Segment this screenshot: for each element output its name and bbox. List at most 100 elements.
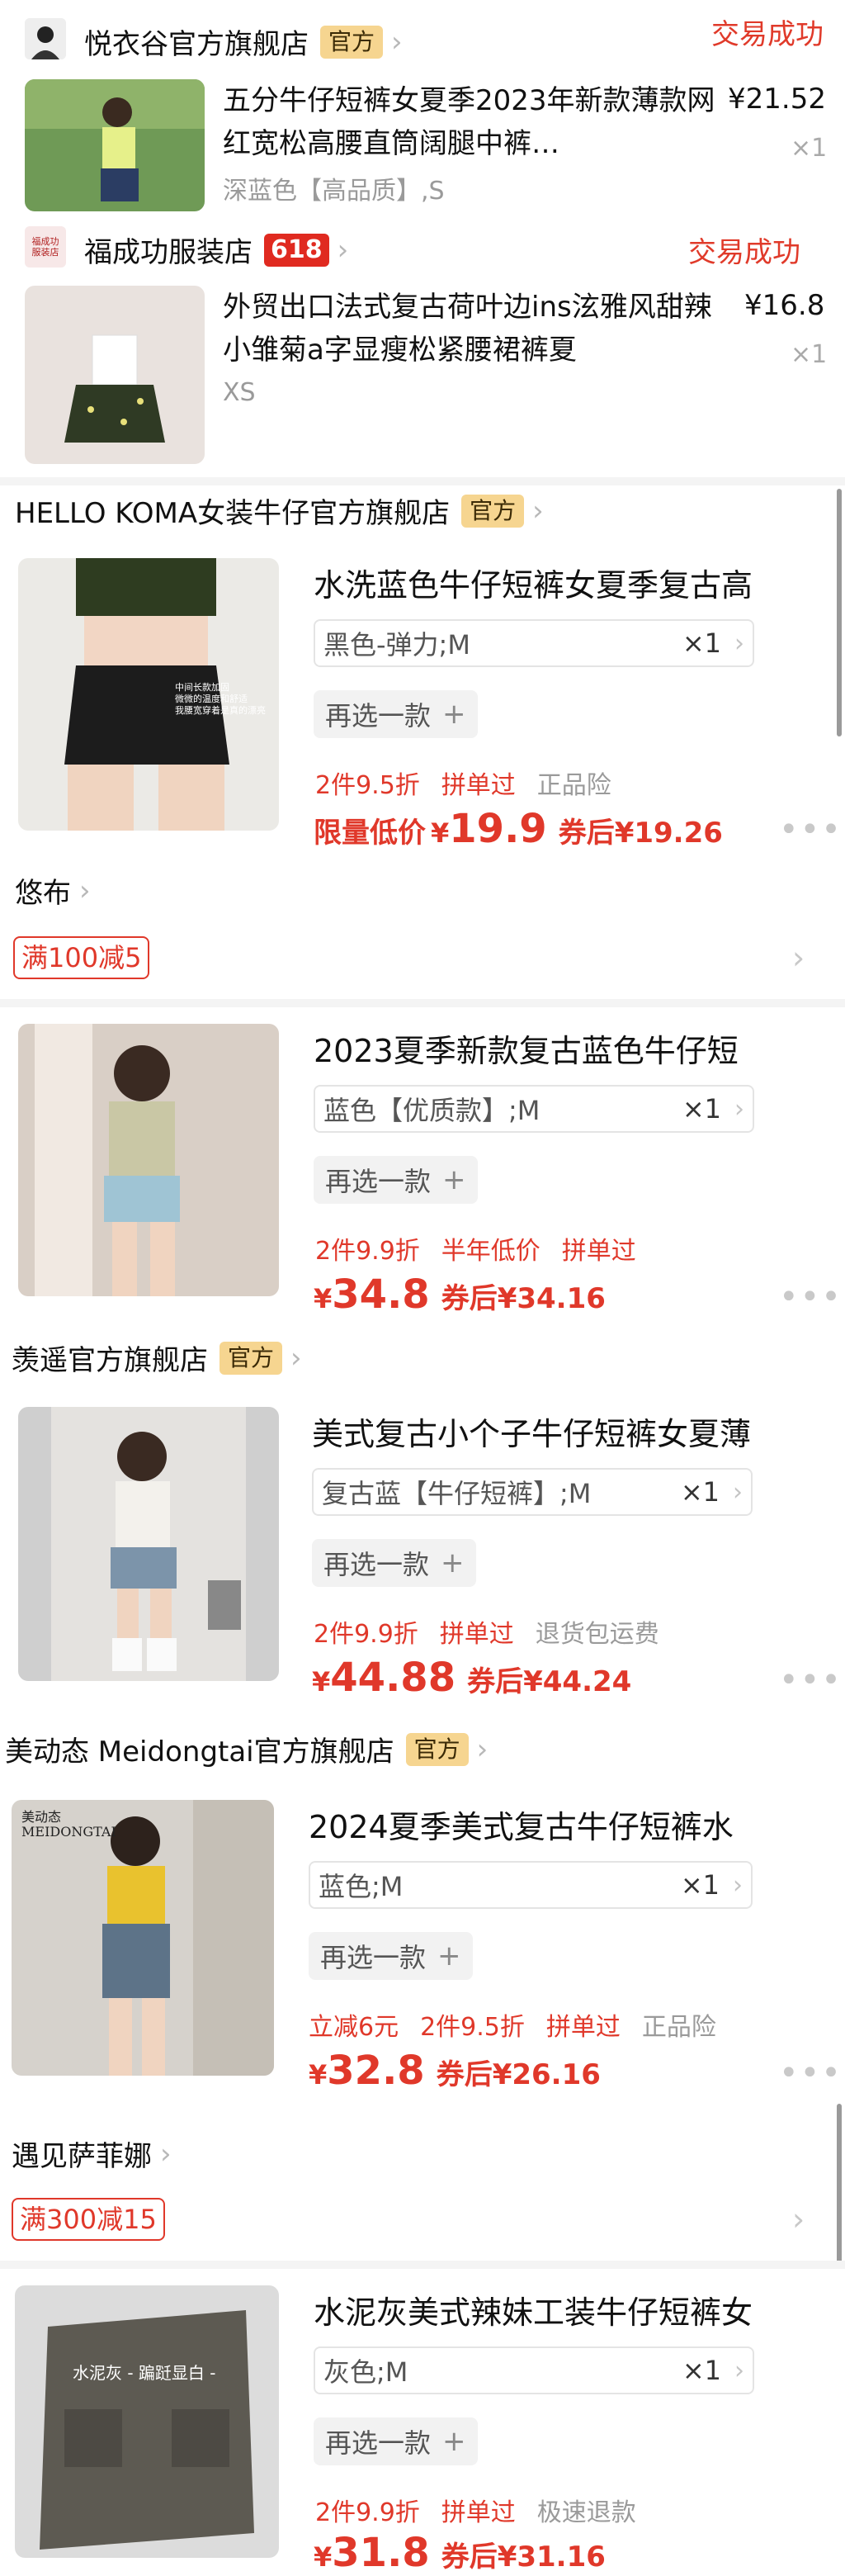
item-title[interactable]: 水洗蓝色牛仔短裤女夏季复古高 <box>314 560 825 605</box>
store-name[interactable]: 悦衣谷官方旗舰店 <box>84 21 309 62</box>
order-spec: XS <box>223 378 256 407</box>
order-price: ¥16.8 <box>744 289 825 322</box>
plus-icon: + <box>437 1939 461 1972</box>
order-spec: 深蓝色【高品质】,S <box>223 177 445 206</box>
store-header[interactable]: 福成功服装店 618 › <box>84 230 348 270</box>
product-thumbnail[interactable] <box>18 1024 279 1296</box>
store-header[interactable]: 悠布 › <box>15 870 91 911</box>
more-dots-icon[interactable]: ••• <box>779 1661 843 1699</box>
product-thumbnail[interactable]: 美动态 MEIDONGTAI <box>12 1800 274 2076</box>
currency-symbol: ¥ <box>312 1666 331 1698</box>
store-header[interactable]: 悦衣谷官方旗舰店 官方 › <box>84 21 403 62</box>
chevron-right-icon: › <box>79 874 91 907</box>
item-title[interactable]: 2024夏季美式复古牛仔短裤水 <box>309 1802 825 1847</box>
store-name[interactable]: 遇见萨菲娜 <box>12 2133 152 2174</box>
store-header[interactable]: 羡遥官方旗舰店 官方 › <box>12 1338 302 1378</box>
store-avatar[interactable] <box>25 18 66 59</box>
promo-tag: 2件9.9折 <box>315 1237 420 1266</box>
item-title[interactable]: 水泥灰美式辣妹工装牛仔短裤女 <box>314 2287 825 2332</box>
promo-tag: 2件9.5折 <box>420 2013 525 2042</box>
sku-selector[interactable]: 复古蓝【牛仔短裤】;M ×1 › <box>312 1468 753 1516</box>
store-header[interactable]: 美动态 Meidongtai官方旗舰店 官方 › <box>5 1729 488 1769</box>
promo-tag: 2件9.9折 <box>314 1620 418 1649</box>
service-tag: 正品险 <box>536 771 611 800</box>
item-qty: ×1 <box>680 1476 720 1508</box>
currency-symbol: ¥ <box>431 817 450 849</box>
more-dots-icon[interactable]: ••• <box>779 1278 843 1316</box>
product-image-caption: 水泥灰 - 蹁跹显白 - <box>73 2363 216 2383</box>
coupon-tag[interactable]: 满100减5 <box>13 936 150 979</box>
reselect-button[interactable]: 再选一款 + <box>314 1156 478 1204</box>
sku-selector[interactable]: 蓝色【优质款】;M ×1 › <box>314 1085 754 1133</box>
order-price: ¥21.52 <box>728 83 826 116</box>
product-image-caption: 中间长款加固 微微的温度和舒适 我腰宽穿着是真的漂亮 <box>175 682 266 716</box>
promo-tag: 半年低价 <box>441 1237 541 1266</box>
more-dots-icon[interactable]: ••• <box>779 2054 843 2092</box>
section-divider <box>0 2261 845 2269</box>
reselect-button[interactable]: 再选一款 + <box>309 1932 473 1980</box>
chevron-right-icon[interactable]: › <box>792 2201 805 2237</box>
reselect-button[interactable]: 再选一款 + <box>314 690 478 738</box>
item-qty: ×1 <box>680 1869 720 1901</box>
chevron-right-icon[interactable]: › <box>792 940 805 976</box>
order-title[interactable]: 五分牛仔短裤女夏季2023年新款薄款网红宽松高腰直筒阔腿中裤… <box>223 79 718 165</box>
product-thumbnail[interactable]: 水泥灰 - 蹁跹显白 - <box>15 2285 279 2558</box>
store-name[interactable]: HELLO KOMA女装牛仔官方旗舰店 <box>15 490 450 531</box>
order-title[interactable]: 外贸出口法式复古荷叶边ins泫雅风甜辣小雏菊a字显瘦松紧腰裙裤夏 <box>223 286 718 372</box>
promo-tags: 2件9.9折 半年低价 拼单过 <box>315 1230 658 1267</box>
store-header[interactable]: HELLO KOMA女装牛仔官方旗舰店 官方 › <box>15 490 544 531</box>
item-qty: ×1 <box>682 2355 721 2386</box>
product-thumbnail[interactable]: 中间长款加固 微微的温度和舒适 我腰宽穿着是真的漂亮 <box>18 558 279 831</box>
more-dots-icon[interactable]: ••• <box>779 811 843 849</box>
scrollbar[interactable] <box>837 2104 842 2269</box>
reselect-button[interactable]: 再选一款 + <box>314 2417 478 2465</box>
store-header[interactable]: 遇见萨菲娜 › <box>12 2133 172 2174</box>
chevron-right-icon: › <box>734 1094 744 1124</box>
scrollbar[interactable] <box>837 489 842 736</box>
item-title[interactable]: 美式复古小个子牛仔短裤女夏薄 <box>312 1409 825 1454</box>
sku-spec: 灰色;M <box>323 2356 408 2388</box>
sku-selector[interactable]: 黑色-弹力;M ×1 › <box>314 619 754 667</box>
sku-spec: 蓝色;M <box>319 1871 404 1902</box>
service-tag: 正品险 <box>641 2013 716 2042</box>
reselect-button[interactable]: 再选一款 + <box>312 1539 476 1587</box>
reselect-label: 再选一款 <box>325 2427 432 2459</box>
product-thumbnail[interactable] <box>25 79 205 211</box>
price-line: ¥ 32.8 券后¥26.16 <box>309 2048 601 2094</box>
store-logo[interactable]: 福成功 服装店 <box>25 226 66 268</box>
reselect-label: 再选一款 <box>320 1942 427 1973</box>
price-line: 限量低价 ¥ 19.9 券后¥19.26 <box>314 806 723 852</box>
price-line: ¥ 31.8 券后¥31.16 <box>314 2530 606 2576</box>
currency-symbol: ¥ <box>314 1283 333 1314</box>
promo-tag: 2件9.9折 <box>315 2498 420 2527</box>
coupon-tag[interactable]: 满300减15 <box>12 2198 165 2241</box>
sku-selector[interactable]: 蓝色;M ×1 › <box>309 1861 753 1909</box>
product-thumbnail[interactable] <box>18 1407 279 1681</box>
promo-tags: 2件9.9折 拼单过 极速退款 <box>315 2492 658 2528</box>
official-badge: 官方 <box>461 494 525 528</box>
promo-618-badge: 618 <box>264 233 329 267</box>
chevron-right-icon: › <box>733 1870 743 1900</box>
reselect-label: 再选一款 <box>325 1166 432 1197</box>
sku-spec: 复古蓝【牛仔短裤】;M <box>322 1478 592 1509</box>
service-tag: 退货包运费 <box>535 1620 659 1649</box>
sku-spec: 黑色-弹力;M <box>323 629 470 661</box>
item-title[interactable]: 2023夏季新款复古蓝色牛仔短 <box>314 1025 825 1071</box>
store-name[interactable]: 悠布 <box>15 870 71 911</box>
store-name[interactable]: 羡遥官方旗舰店 <box>12 1338 208 1378</box>
promo-tags: 立减6元 2件9.5折 拼单过 正品险 <box>309 2006 738 2043</box>
after-coupon-price: 券后¥19.26 <box>558 817 723 850</box>
sku-selector[interactable]: 灰色;M ×1 › <box>314 2346 754 2394</box>
promo-tag: 拼单过 <box>439 1620 514 1649</box>
order-qty: ×1 <box>791 134 828 163</box>
plus-icon: + <box>442 2425 466 2458</box>
promo-tag: 拼单过 <box>545 2013 621 2042</box>
store-name[interactable]: 福成功服装店 <box>84 230 253 270</box>
store-name[interactable]: 美动态 Meidongtai官方旗舰店 <box>5 1729 394 1769</box>
item-qty: ×1 <box>682 627 721 659</box>
reselect-label: 再选一款 <box>323 1549 430 1580</box>
promo-tag: 拼单过 <box>561 1237 636 1266</box>
chevron-right-icon: › <box>734 628 744 658</box>
product-thumbnail[interactable] <box>25 286 205 464</box>
plus-icon: + <box>442 1163 466 1196</box>
